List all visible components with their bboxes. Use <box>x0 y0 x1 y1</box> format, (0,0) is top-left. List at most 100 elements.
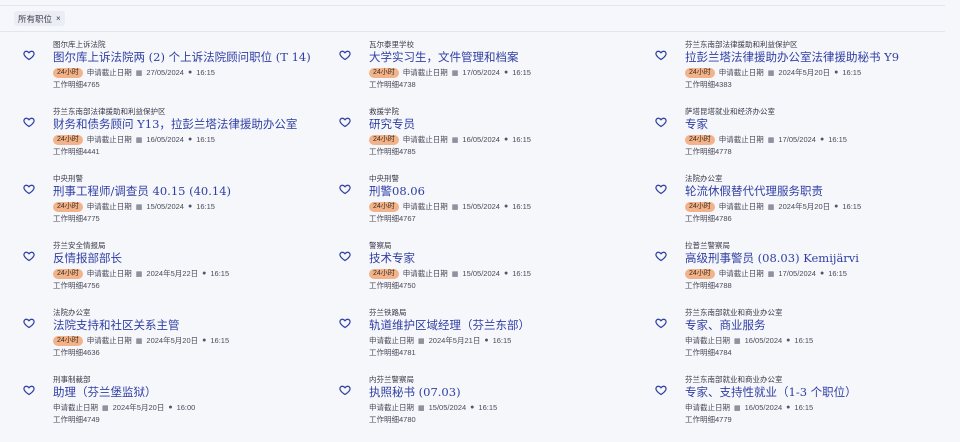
heart-icon[interactable] <box>23 49 35 61</box>
job-title-link[interactable]: 专家 <box>685 117 950 132</box>
job-meta: 24小时 申请截止日期 ▦ 17/05/2024 ● 16:15 <box>685 267 950 280</box>
deadline-label: 申请截止日期 <box>402 135 448 144</box>
job-card: 芬兰东南部就业和商业办公室 专家、商业服务 申请截止日期 ▦ 16/05/202… <box>652 308 950 375</box>
job-list: 图尔库上诉法院 图尔库上诉法院两 (2) 个上诉法院顾问职位 (T 14) 24… <box>20 40 950 442</box>
job-card: 法院办公室 法院支持和社区关系主管 24小时 申请截止日期 ▦ 2024年5月2… <box>20 308 336 375</box>
clock-icon: ● <box>187 203 193 210</box>
deadline-label: 申请截止日期 <box>402 68 448 77</box>
job-title-link[interactable]: 专家、支持性就业（1-3 个职位） <box>685 385 950 400</box>
job-id-value: 4750 <box>399 281 416 290</box>
job-id: 工作明细4767 <box>369 213 652 225</box>
job-meta: 24小时 申请截止日期 ▦ 15/05/2024 ● 16:15 <box>369 267 652 280</box>
job-title-link[interactable]: 反情报部部长 <box>53 251 336 266</box>
job-title-link[interactable]: 大学实习生，文件管理和档案 <box>369 50 652 65</box>
deadline-time: 16:15 <box>196 135 215 144</box>
job-id-label: 工作明细 <box>369 147 399 156</box>
heart-icon[interactable] <box>23 116 35 128</box>
heart-icon[interactable] <box>655 384 667 396</box>
heart-icon[interactable] <box>339 183 351 195</box>
job-title-link[interactable]: 财务和债务顾问 Y13，拉彭兰塔法律援助办公室 <box>53 117 336 132</box>
24h-badge: 24小时 <box>369 268 399 279</box>
calendar-icon: ▦ <box>451 136 459 144</box>
heart-icon[interactable] <box>339 49 351 61</box>
job-title-link[interactable]: 刑事工程师/调查员 40.15 (40.14) <box>53 184 336 199</box>
deadline-time: 16:15 <box>512 68 531 77</box>
job-organization: 刑事制裁部 <box>53 375 91 384</box>
deadline-time: 16:15 <box>794 403 814 412</box>
job-card: 中央刑警 刑事工程师/调查员 40.15 (40.14) 24小时 申请截止日期… <box>20 174 336 241</box>
job-title-link[interactable]: 轨道维护区域经理（芬兰东部） <box>369 318 652 333</box>
job-id-value: 4778 <box>715 147 732 156</box>
heart-icon[interactable] <box>23 317 35 329</box>
deadline-time: 16:15 <box>492 336 512 345</box>
job-title-link[interactable]: 高级刑事警员 (08.03) Kemijärvi <box>685 251 950 266</box>
calendar-icon: ▦ <box>451 270 459 278</box>
job-meta: 申请截止日期 ▦ 2024年5月20日 ● 16:00 <box>53 401 336 414</box>
heart-icon[interactable] <box>339 317 351 329</box>
deadline-time: 16:15 <box>512 202 531 211</box>
job-id-label: 工作明细 <box>53 147 83 156</box>
filter-chip-all-jobs[interactable]: 所有职位 × <box>14 11 65 26</box>
job-title-link[interactable]: 刑警08.06 <box>369 184 652 199</box>
job-id: 工作明细4781 <box>369 347 652 359</box>
job-title-link[interactable]: 执照秘书 (07.03) <box>369 385 652 400</box>
clock-icon: ● <box>470 404 475 411</box>
job-organization: 图尔库上诉法院 <box>53 40 106 49</box>
deadline-time: 16:15 <box>478 403 498 412</box>
heart-icon[interactable] <box>339 384 351 396</box>
heart-icon[interactable] <box>23 250 35 262</box>
job-card: 芬兰东南部法律援助和利益保护区 拉彭兰塔法律援助办公室法律援助秘书 Y9 24小… <box>652 40 950 107</box>
job-title-link[interactable]: 图尔库上诉法院两 (2) 个上诉法院顾问职位 (T 14) <box>53 50 336 65</box>
heart-icon[interactable] <box>655 250 667 262</box>
clock-icon: ● <box>187 69 193 76</box>
heart-icon[interactable] <box>655 49 667 61</box>
heart-icon[interactable] <box>23 384 35 396</box>
job-organization: 拉普兰警察局 <box>685 241 730 250</box>
deadline-date: 16/05/2024 <box>462 135 500 144</box>
heart-icon[interactable] <box>23 183 35 195</box>
job-title-link[interactable]: 助理（芬兰堡监狱） <box>53 385 336 400</box>
job-title-link[interactable]: 拉彭兰塔法律援助办公室法律援助秘书 Y9 <box>685 50 950 65</box>
job-title-link[interactable]: 专家、商业服务 <box>685 318 950 333</box>
heart-icon[interactable] <box>655 317 667 329</box>
heart-icon[interactable] <box>655 183 667 195</box>
deadline-date: 2024年5月20日 <box>146 336 199 345</box>
close-icon[interactable]: × <box>56 14 61 23</box>
calendar-icon: ▦ <box>451 203 459 211</box>
deadline-time: 16:15 <box>828 269 847 278</box>
job-id: 工作明细4785 <box>369 146 652 158</box>
job-id-value: 4779 <box>715 415 732 424</box>
job-id-value: 4636 <box>83 348 100 357</box>
deadline-date: 27/05/2024 <box>146 68 184 77</box>
heart-icon[interactable] <box>339 116 351 128</box>
deadline-date: 16/05/2024 <box>146 135 184 144</box>
deadline-label: 申请截止日期 <box>86 202 132 211</box>
deadline-time: 16:15 <box>196 202 215 211</box>
job-id-value: 4775 <box>83 214 100 223</box>
job-card: 萨塔昆塔就业和经济办公室 专家 24小时 申请截止日期 ▦ 17/05/2024… <box>652 107 950 174</box>
job-organization: 芬兰东南部就业和商业办公室 <box>685 308 783 317</box>
deadline-date: 15/05/2024 <box>462 202 500 211</box>
heart-icon[interactable] <box>655 116 667 128</box>
job-organization: 中央刑警 <box>369 174 399 183</box>
deadline-date: 16/05/2024 <box>744 403 783 412</box>
job-card: 救援学院 研究专员 24小时 申请截止日期 ▦ 16/05/2024 ● 16:… <box>336 107 652 174</box>
job-title-link[interactable]: 研究专员 <box>369 117 652 132</box>
job-title-link[interactable]: 法院支持和社区关系主管 <box>53 318 336 333</box>
job-id: 工作明细4750 <box>369 280 652 292</box>
job-title-link[interactable]: 轮流休假替代代理服务职责 <box>685 184 950 199</box>
24h-badge: 24小时 <box>53 201 83 212</box>
job-meta: 申请截止日期 ▦ 16/05/2024 ● 16:15 <box>685 334 950 347</box>
deadline-date: 16/05/2024 <box>744 336 783 345</box>
job-organization: 芬兰东南部法律援助和利益保护区 <box>53 107 166 116</box>
deadline-time: 16:15 <box>842 68 862 77</box>
deadline-date: 17/05/2024 <box>462 68 500 77</box>
deadline-date: 2024年5月20日 <box>112 403 165 412</box>
job-organization: 芬兰东南部就业和商业办公室 <box>685 375 783 384</box>
clock-icon: ● <box>503 136 509 143</box>
deadline-label: 申请截止日期 <box>402 269 448 278</box>
deadline-date: 2024年5月21日 <box>428 336 481 345</box>
job-title-link[interactable]: 技术专家 <box>369 251 652 266</box>
heart-icon[interactable] <box>339 250 351 262</box>
job-card: 瓦尔泰里学校 大学实习生，文件管理和档案 24小时 申请截止日期 ▦ 17/05… <box>336 40 652 107</box>
